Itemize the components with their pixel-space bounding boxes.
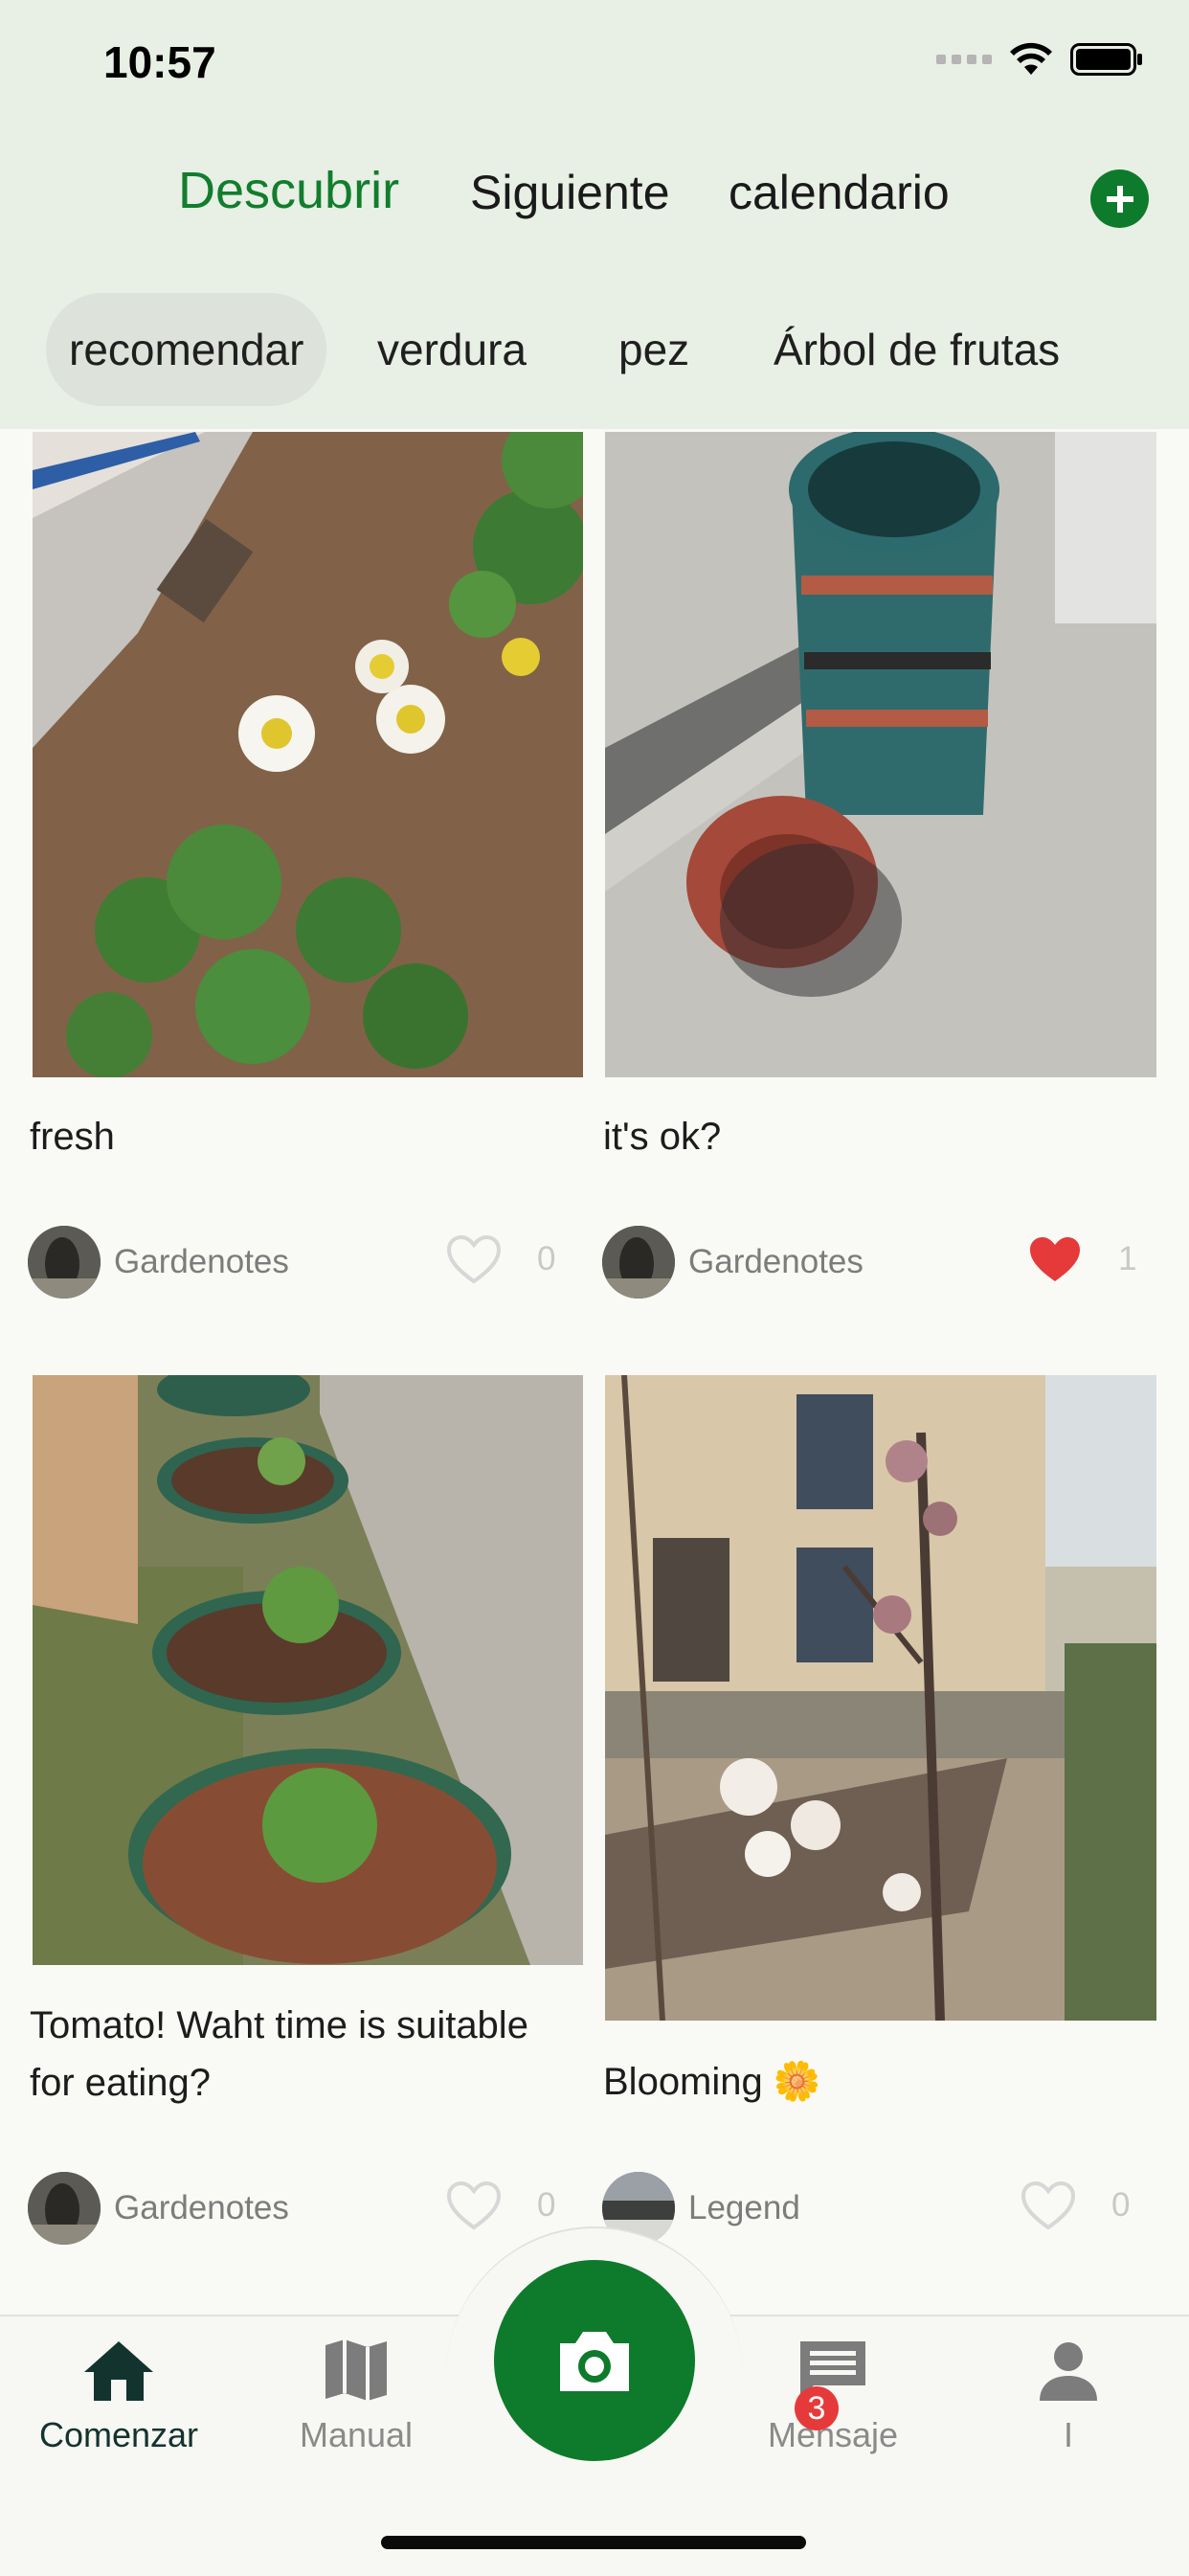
tab-comenzar[interactable]: Comenzar — [23, 2336, 214, 2455]
post-image[interactable] — [605, 432, 1156, 1077]
tab-profile[interactable]: I — [973, 2336, 1164, 2455]
author-name: Legend — [688, 2189, 800, 2226]
tab-label: Manual — [299, 2415, 414, 2454]
person-icon — [1040, 2342, 1097, 2401]
plus-icon — [1106, 185, 1133, 213]
post-title: it's ok? — [603, 1116, 722, 1158]
like-count: 0 — [537, 1240, 556, 1277]
like-button[interactable]: 0 — [445, 1233, 555, 1285]
like-count: 1 — [1118, 1240, 1137, 1277]
blooming-branch-photo — [605, 1375, 1156, 2021]
heart-outline-icon — [446, 1234, 502, 1284]
like-button[interactable]: 0 — [445, 2180, 555, 2231]
like-count: 0 — [1111, 2186, 1131, 2224]
camera-icon — [560, 2332, 629, 2391]
header: 10:57 Descubrir Siguiente calendario rec… — [0, 0, 1189, 429]
heart-filled-icon — [1030, 1237, 1080, 1281]
post-title: Blooming 🌼 — [603, 2061, 821, 2103]
tab-label: Comenzar — [38, 2415, 199, 2454]
tab-siguiente[interactable]: Siguiente — [470, 165, 670, 220]
strawberry-flower-photo — [33, 432, 583, 1077]
chip-recomendar[interactable]: recomendar — [46, 293, 327, 406]
post-title: fresh — [30, 1116, 115, 1158]
post-image[interactable] — [605, 1375, 1156, 2021]
chip-arbol-de-frutas[interactable]: Árbol de frutas — [751, 293, 1083, 406]
tab-label: I — [1063, 2415, 1073, 2454]
post-author[interactable]: Gardenotes — [602, 1226, 864, 1299]
camera-button[interactable] — [494, 2260, 695, 2461]
flower-pots-photo — [605, 432, 1156, 1077]
post-image[interactable] — [33, 1375, 583, 1965]
wifi-icon — [1010, 42, 1052, 75]
battery-icon — [1070, 43, 1142, 76]
add-post-button[interactable] — [1090, 169, 1149, 228]
author-name: Gardenotes — [114, 2189, 289, 2226]
signal-icon — [936, 55, 992, 64]
like-button[interactable]: 0 — [1020, 2180, 1130, 2231]
map-icon — [325, 2339, 387, 2401]
chip-pez[interactable]: pez — [595, 293, 712, 406]
category-chips: recomendar verdura pez Árbol de frutas — [0, 293, 1189, 408]
message-badge: 3 — [795, 2386, 839, 2430]
post-author[interactable]: Gardenotes — [28, 2172, 289, 2245]
status-time: 10:57 — [103, 37, 216, 87]
avatar — [602, 1226, 675, 1299]
heart-outline-icon — [1021, 2181, 1076, 2230]
tab-manual[interactable]: Manual — [260, 2336, 452, 2455]
post-author[interactable]: Gardenotes — [28, 1226, 289, 1299]
author-name: Gardenotes — [114, 1243, 289, 1280]
tab-descubrir[interactable]: Descubrir — [178, 161, 399, 220]
home-icon — [84, 2341, 153, 2401]
post-title: Tomato! Waht time is suitable for eating… — [30, 2004, 528, 2104]
status-icons — [936, 42, 1143, 77]
top-nav: Descubrir Siguiente calendario — [0, 162, 1189, 232]
home-indicator — [381, 2536, 806, 2549]
avatar — [28, 1226, 101, 1299]
like-count: 0 — [537, 2186, 556, 2224]
heart-outline-icon — [446, 2181, 502, 2230]
author-name: Gardenotes — [688, 1243, 864, 1280]
avatar — [28, 2172, 101, 2245]
post-image[interactable] — [33, 432, 583, 1077]
chip-verdura[interactable]: verdura — [354, 293, 550, 406]
tomato-seedlings-photo — [33, 1375, 583, 1965]
tab-calendario[interactable]: calendario — [729, 165, 950, 220]
like-button[interactable]: 1 — [1026, 1233, 1136, 1285]
